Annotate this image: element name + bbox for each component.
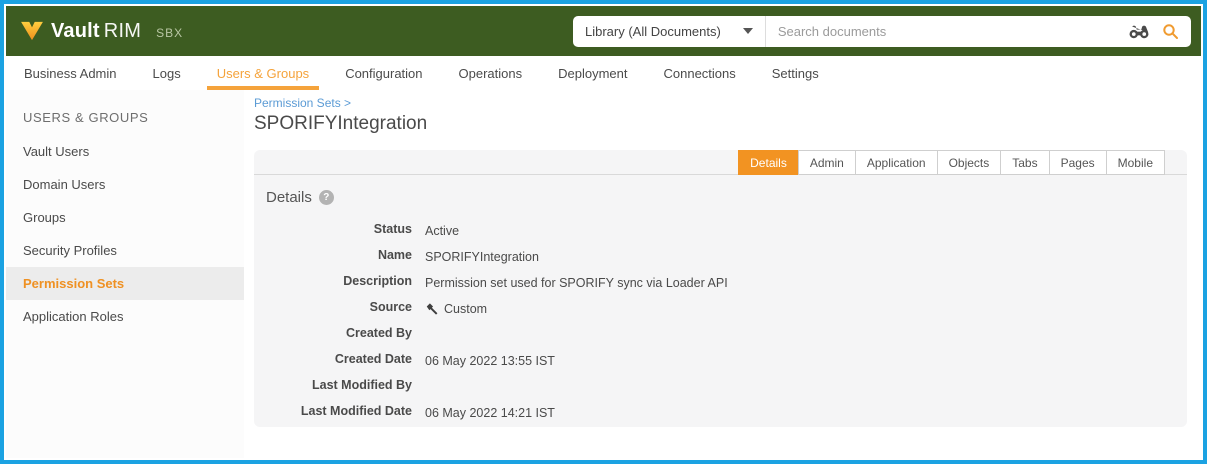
sidebar-item-domain-users[interactable]: Domain Users (6, 168, 244, 201)
source-value-text: Custom (444, 302, 487, 316)
breadcrumb-separator: > (344, 96, 351, 110)
nav-tab-users-groups[interactable]: Users & Groups (217, 56, 309, 90)
tab-objects[interactable]: Objects (937, 150, 1002, 175)
field-row-created-date: Created Date 06 May 2022 13:55 IST (254, 352, 1187, 369)
field-label: Last Modified By (254, 378, 412, 395)
tab-admin[interactable]: Admin (798, 150, 856, 175)
sidebar: USERS & GROUPS Vault Users Domain Users … (6, 90, 244, 458)
field-row-last-modified-date: Last Modified Date 06 May 2022 14:21 IST (254, 404, 1187, 421)
app-window: VaultRIM SBX Library (All Documents) (0, 0, 1207, 464)
content-area: Permission Sets > SPORIFYIntegration Det… (244, 90, 1201, 458)
tab-application[interactable]: Application (855, 150, 938, 175)
sidebar-item-groups[interactable]: Groups (6, 201, 244, 234)
field-label: Description (254, 274, 412, 291)
nav-tab-connections[interactable]: Connections (663, 56, 735, 90)
hammer-icon (425, 302, 439, 316)
field-row-created-by: Created By (254, 326, 1187, 343)
vault-v-icon (20, 21, 44, 41)
details-field-list: Status Active Name SPORIFYIntegration De… (254, 222, 1187, 421)
nav-tab-settings[interactable]: Settings (772, 56, 819, 90)
tab-tabs[interactable]: Tabs (1000, 150, 1049, 175)
tab-pages[interactable]: Pages (1049, 150, 1107, 175)
field-label: Status (254, 222, 412, 239)
help-icon[interactable]: ? (319, 190, 334, 205)
field-value: Custom (412, 300, 487, 317)
field-value (412, 378, 425, 395)
field-value: 06 May 2022 13:55 IST (412, 352, 555, 369)
logo-text: VaultRIM (51, 20, 141, 43)
tabbar-rule-left (254, 150, 739, 175)
field-label: Name (254, 248, 412, 265)
sidebar-item-vault-users[interactable]: Vault Users (6, 135, 244, 168)
nav-tab-deployment[interactable]: Deployment (558, 56, 627, 90)
sidebar-item-application-roles[interactable]: Application Roles (6, 300, 244, 333)
admin-nav-tabs: Business Admin Logs Users & Groups Confi… (6, 56, 1201, 90)
field-row-description: Description Permission set used for SPOR… (254, 274, 1187, 291)
tab-mobile[interactable]: Mobile (1106, 150, 1165, 175)
nav-tab-configuration[interactable]: Configuration (345, 56, 422, 90)
field-row-source: Source Custom (254, 300, 1187, 317)
global-search-bar: Library (All Documents) (573, 16, 1191, 47)
field-value (412, 326, 425, 343)
tab-details[interactable]: Details (738, 150, 799, 175)
page-title: SPORIFYIntegration (254, 113, 1187, 135)
vault-logo[interactable]: VaultRIM SBX (20, 20, 183, 43)
sidebar-item-permission-sets[interactable]: Permission Sets (6, 267, 244, 300)
sidebar-item-security-profiles[interactable]: Security Profiles (6, 234, 244, 267)
top-header-bar: VaultRIM SBX Library (All Documents) (6, 6, 1201, 56)
sidebar-heading: USERS & GROUPS (6, 98, 244, 135)
nav-tab-logs[interactable]: Logs (153, 56, 181, 90)
breadcrumb: Permission Sets > (254, 96, 1187, 110)
field-row-name: Name SPORIFYIntegration (254, 248, 1187, 265)
field-row-last-modified-by: Last Modified By (254, 378, 1187, 395)
field-label: Created Date (254, 352, 412, 369)
details-panel: Details Admin Application Objects Tabs P… (254, 150, 1187, 427)
breadcrumb-permission-sets-link[interactable]: Permission Sets (254, 96, 341, 110)
section-title-details: Details (266, 189, 312, 206)
field-value: Permission set used for SPORIFY sync via… (412, 274, 728, 291)
environment-badge: SBX (156, 26, 183, 40)
search-input[interactable] (766, 24, 1116, 39)
library-scope-dropdown[interactable]: Library (All Documents) (573, 16, 766, 47)
search-icon[interactable] (1162, 23, 1179, 40)
tabbar-rule-right (1165, 150, 1187, 175)
field-value: 06 May 2022 14:21 IST (412, 404, 555, 421)
field-row-status: Status Active (254, 222, 1187, 239)
field-value: Active (412, 222, 459, 239)
field-label: Source (254, 300, 412, 317)
field-value: SPORIFYIntegration (412, 248, 539, 265)
record-tabbar: Details Admin Application Objects Tabs P… (254, 150, 1187, 175)
field-label: Created By (254, 326, 412, 343)
field-label: Last Modified Date (254, 404, 412, 421)
nav-tab-operations[interactable]: Operations (459, 56, 523, 90)
chevron-down-icon (743, 28, 753, 34)
advanced-search-binoculars-icon[interactable] (1128, 24, 1150, 39)
nav-tab-business-admin[interactable]: Business Admin (24, 56, 117, 90)
